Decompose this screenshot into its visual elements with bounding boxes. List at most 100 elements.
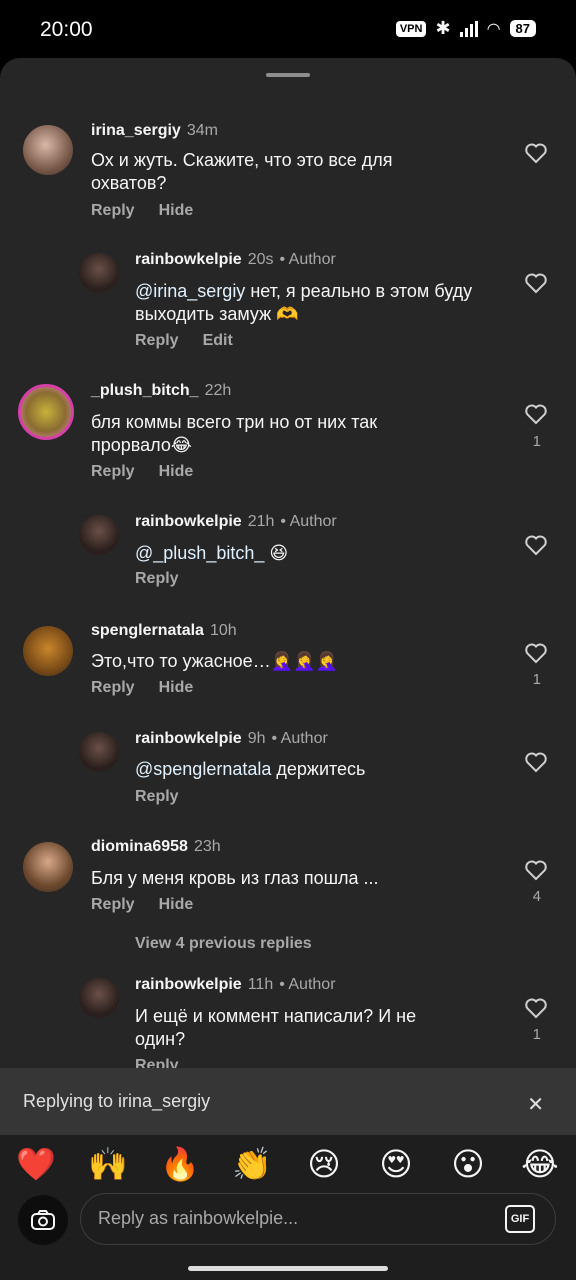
wifi-icon: ◠ bbox=[486, 20, 501, 38]
mention-link[interactable]: @_plush_bitch_ bbox=[135, 543, 264, 563]
comment-text: Это,что то ужасное…🤦‍♀️🤦‍♀️🤦‍♀️ bbox=[91, 651, 338, 671]
avatar[interactable] bbox=[79, 253, 119, 293]
reply-button[interactable]: Reply bbox=[91, 202, 135, 220]
gif-button[interactable]: GIF bbox=[505, 1205, 535, 1233]
comment-text: бля коммы всего три но от них так прорва… bbox=[91, 412, 378, 455]
username-text[interactable]: rainbowkelpie bbox=[135, 976, 242, 993]
comment-username[interactable]: irina_sergiy 34m bbox=[91, 122, 218, 140]
like-count: 1 bbox=[532, 1026, 541, 1043]
heart-outline-icon[interactable] bbox=[524, 859, 548, 881]
comment-time: 22h bbox=[204, 382, 232, 399]
avatar[interactable] bbox=[79, 978, 119, 1018]
comment-actions: Reply Hide bbox=[91, 679, 193, 697]
username-text[interactable]: spenglernatala bbox=[91, 622, 204, 639]
comment-time: 9h bbox=[247, 730, 266, 747]
username-text[interactable]: rainbowkelpie bbox=[135, 251, 242, 268]
avatar[interactable] bbox=[23, 626, 73, 676]
gesture-nav-bar[interactable] bbox=[188, 1266, 388, 1271]
replying-to-text: Replying to irina_sergiy bbox=[23, 1091, 211, 1111]
avatar[interactable] bbox=[23, 842, 73, 892]
mention-link[interactable]: @irina_sergiy bbox=[135, 281, 245, 301]
comment-time: 23h bbox=[193, 838, 221, 855]
username-text[interactable]: diomina6958 bbox=[91, 838, 188, 855]
comment-time: 20s bbox=[247, 251, 274, 268]
heart-outline-icon[interactable] bbox=[524, 403, 548, 425]
reply-button[interactable]: Reply bbox=[135, 570, 179, 588]
avatar[interactable] bbox=[79, 515, 119, 555]
avatar[interactable] bbox=[18, 384, 74, 440]
like-count: 1 bbox=[532, 671, 541, 688]
reply-button[interactable]: Reply bbox=[91, 463, 135, 481]
comment-body: держитесь bbox=[271, 759, 366, 779]
reply-button[interactable]: Reply bbox=[91, 896, 135, 914]
status-icons: VPN ✱ ◠ 87 bbox=[395, 18, 536, 39]
drag-handle[interactable] bbox=[266, 73, 310, 77]
like-count: 1 bbox=[532, 433, 541, 450]
reply-button[interactable]: Reply bbox=[135, 332, 179, 350]
emoji-raised-hands[interactable]: 🙌 bbox=[83, 1145, 133, 1183]
author-label: • Author bbox=[279, 251, 336, 268]
emoji-heart-eyes[interactable]: 😍 bbox=[371, 1145, 421, 1183]
emoji-surprised[interactable]: 😮 bbox=[443, 1145, 493, 1183]
comment-username[interactable]: spenglernatala 10h bbox=[91, 622, 237, 640]
comment-time: 21h bbox=[247, 513, 275, 530]
author-label: • Author bbox=[280, 513, 337, 530]
close-icon[interactable]: ✕ bbox=[527, 1092, 544, 1117]
emoji-laughing[interactable]: 😂 bbox=[515, 1145, 565, 1183]
comment-time: 11h bbox=[247, 976, 274, 993]
comment-username[interactable]: diomina6958 23h bbox=[91, 838, 221, 856]
comment-username[interactable]: rainbowkelpie 20s • Author bbox=[135, 251, 336, 269]
comment-username[interactable]: rainbowkelpie 11h • Author bbox=[135, 976, 336, 994]
reply-input[interactable]: Reply as rainbowkelpie... GIF bbox=[80, 1193, 556, 1245]
comment-actions: Reply bbox=[135, 570, 179, 588]
username-text[interactable]: rainbowkelpie bbox=[135, 730, 242, 747]
comment-text: @spenglernatala держитесь bbox=[135, 758, 475, 781]
avatar[interactable] bbox=[23, 125, 73, 175]
emoji-heart[interactable]: ❤️ bbox=[11, 1145, 61, 1183]
avatar[interactable] bbox=[79, 732, 119, 772]
username-text[interactable]: _plush_bitch_ bbox=[91, 382, 199, 399]
composer-area: ❤️ 🙌 🔥 👏 😢 😍 😮 😂 Reply as rainbowkelpie.… bbox=[0, 1135, 576, 1280]
comment-actions: Reply Hide bbox=[91, 463, 193, 481]
hide-button[interactable]: Hide bbox=[159, 463, 194, 481]
status-time: 20:00 bbox=[40, 18, 93, 41]
hide-button[interactable]: Hide bbox=[159, 679, 194, 697]
camera-icon bbox=[31, 1210, 55, 1230]
username-text[interactable]: irina_sergiy bbox=[91, 122, 181, 139]
comment-text: И ещё и коммент написали? И не один? bbox=[135, 1006, 417, 1049]
mention-link[interactable]: @spenglernatala bbox=[135, 759, 271, 779]
heart-outline-icon[interactable] bbox=[524, 272, 548, 294]
comment-time: 10h bbox=[209, 622, 237, 639]
emoji-clap[interactable]: 👏 bbox=[227, 1145, 277, 1183]
comment-text: @_plush_bitch_ 😆 bbox=[135, 542, 475, 565]
hide-button[interactable]: Hide bbox=[159, 202, 194, 220]
heart-outline-icon[interactable] bbox=[524, 997, 548, 1019]
reply-button[interactable]: Reply bbox=[135, 788, 179, 806]
heart-outline-icon[interactable] bbox=[524, 751, 548, 773]
author-label: • Author bbox=[279, 976, 336, 993]
heart-outline-icon[interactable] bbox=[524, 534, 548, 556]
reply-button[interactable]: Reply bbox=[91, 679, 135, 697]
camera-button[interactable] bbox=[18, 1195, 68, 1245]
comment-actions: Reply Hide bbox=[91, 202, 193, 220]
edit-button[interactable]: Edit bbox=[203, 332, 233, 350]
comment-actions: Reply Hide bbox=[91, 896, 193, 914]
hide-button[interactable]: Hide bbox=[159, 896, 194, 914]
signal-icon bbox=[459, 20, 478, 37]
quick-emoji-bar: ❤️ 🙌 🔥 👏 😢 😍 😮 😂 bbox=[0, 1145, 576, 1183]
comment-username[interactable]: _plush_bitch_ 22h bbox=[91, 382, 231, 400]
heart-outline-icon[interactable] bbox=[524, 142, 548, 164]
heart-outline-icon[interactable] bbox=[524, 642, 548, 664]
comment-text: Бля у меня кровь из глаз пошла ... bbox=[91, 868, 379, 888]
username-text[interactable]: rainbowkelpie bbox=[135, 513, 242, 530]
emoji-crying[interactable]: 😢 bbox=[299, 1145, 349, 1183]
author-label: • Author bbox=[271, 730, 328, 747]
comment-username[interactable]: rainbowkelpie 21h • Author bbox=[135, 513, 337, 531]
comment-username[interactable]: rainbowkelpie 9h • Author bbox=[135, 730, 328, 748]
like-count: 4 bbox=[532, 888, 541, 905]
comment-text: @irina_sergiy нет, я реально в этом буду… bbox=[135, 280, 475, 326]
comment-body: 😆 bbox=[264, 543, 289, 563]
emoji-fire[interactable]: 🔥 bbox=[155, 1145, 205, 1183]
bluetooth-icon: ✱ bbox=[435, 18, 451, 38]
view-previous-replies-button[interactable]: View 4 previous replies bbox=[135, 935, 312, 953]
